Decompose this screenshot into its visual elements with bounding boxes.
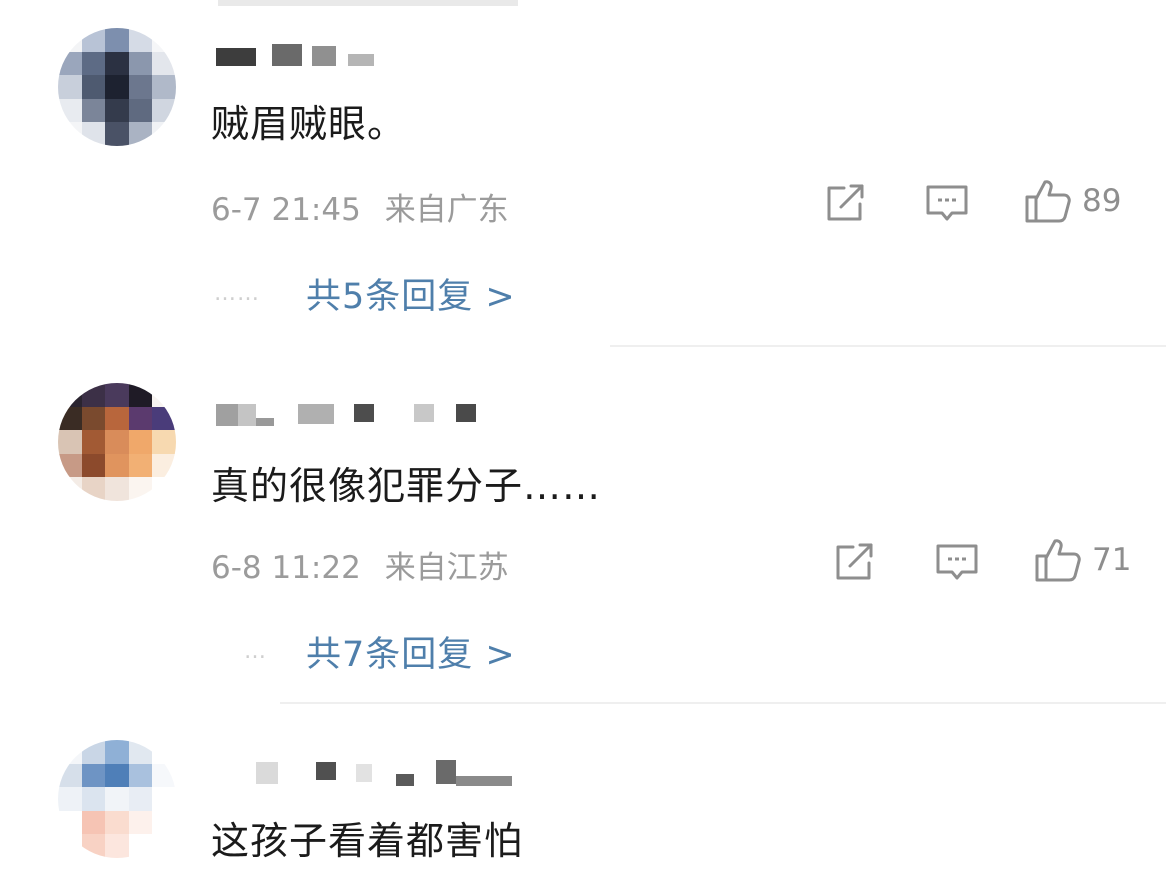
comment-text: 贼眉贼眼。 xyxy=(211,102,407,146)
share-button[interactable] xyxy=(833,542,877,582)
like-icon xyxy=(1035,539,1081,582)
view-replies-link[interactable]: … 共7条回复 > xyxy=(214,626,516,677)
comment-icon xyxy=(936,544,978,580)
share-button[interactable] xyxy=(824,183,868,223)
replies-count-label: 共7条回复 > xyxy=(306,635,516,675)
share-icon xyxy=(827,184,864,221)
comment-button[interactable] xyxy=(924,183,970,225)
comment-date: 6-7 21:45 xyxy=(211,192,361,228)
divider xyxy=(610,345,1166,347)
divider xyxy=(280,702,1166,704)
comment-location: 来自江苏 xyxy=(384,550,509,586)
comment-meta: 6-7 21:45 来自广东 xyxy=(211,184,509,229)
like-button[interactable]: 89 xyxy=(1024,178,1121,224)
comment-text: 这孩子看着都害怕 xyxy=(211,819,524,863)
replies-count-label: 共5条回复 > xyxy=(306,277,516,317)
comment-location: 来自广东 xyxy=(384,192,509,228)
top-scroll-remnant xyxy=(218,0,518,6)
like-icon xyxy=(1025,180,1071,223)
username-redacted[interactable] xyxy=(216,402,476,426)
comment-meta: 6-8 11:22 来自江苏 xyxy=(211,542,509,587)
comment-text: 真的很像犯罪分子…… xyxy=(211,464,602,508)
avatar[interactable] xyxy=(58,383,176,501)
avatar[interactable] xyxy=(58,28,176,146)
username-redacted[interactable] xyxy=(216,44,386,68)
replies-dots: … xyxy=(244,639,267,664)
username-redacted[interactable] xyxy=(216,760,516,786)
like-count: 89 xyxy=(1082,183,1122,219)
view-replies-link[interactable]: …… 共5条回复 > xyxy=(214,268,516,319)
comment-date: 6-8 11:22 xyxy=(211,550,361,586)
comment-button[interactable] xyxy=(934,542,980,584)
share-icon xyxy=(836,543,873,580)
comment-icon xyxy=(926,185,968,221)
like-button[interactable]: 71 xyxy=(1034,537,1131,583)
like-count: 71 xyxy=(1092,542,1132,578)
avatar[interactable] xyxy=(58,740,176,858)
replies-dots: …… xyxy=(214,281,260,306)
